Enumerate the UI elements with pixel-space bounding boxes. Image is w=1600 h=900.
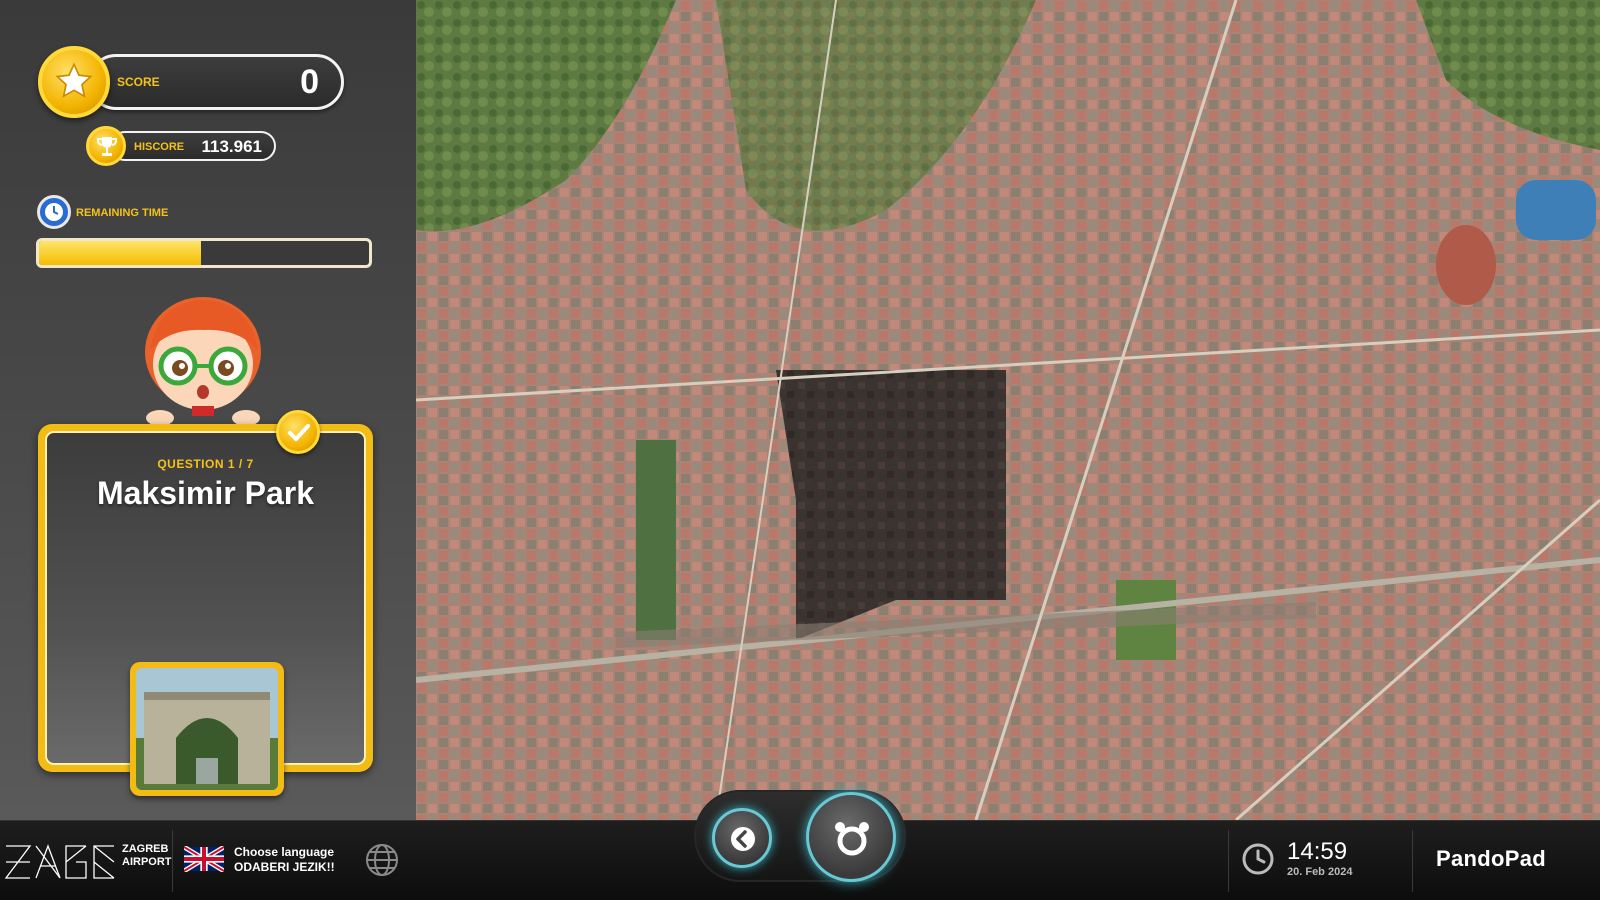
trophy-icon [86,126,126,166]
question-number: QUESTION 1 / 7 [157,457,254,471]
check-icon[interactable] [276,410,320,454]
chevron-left-icon [731,827,755,851]
divider [1228,830,1229,892]
choose-language-label-hr[interactable]: ODABERI JEZIK!! [234,860,335,874]
score-label: SCORE [117,75,160,89]
airport-logo-icon [4,844,115,879]
hiscore-bar: HISCORE 113.961 [110,131,276,161]
divider [172,830,173,892]
current-time: 14:59 [1287,838,1348,865]
back-button[interactable] [712,808,772,868]
score-value: 0 [300,63,319,101]
airport-name-line2: AIRPORT [122,856,172,868]
airport-name-line1: ZAGREB [122,843,169,855]
clock-icon [1242,843,1274,875]
home-button[interactable] [806,792,896,882]
brand-logo: PandoPad [1436,846,1546,871]
current-date: 20. Feb 2024 [1287,866,1353,878]
choose-language-label[interactable]: Choose language [234,845,334,859]
uk-flag-icon[interactable] [184,846,224,872]
globe-icon[interactable] [364,842,400,878]
question-image[interactable] [130,662,284,796]
hiscore-value: 113.961 [201,137,262,156]
question-title: Maksimir Park [96,475,314,511]
score-bar: SCORE 0 [88,54,344,110]
remaining-time-fill [39,241,201,265]
airport-name: ZAGREB AIRPORT [122,843,172,869]
remaining-time-label: REMAINING TIME [76,207,169,219]
star-icon [38,46,110,118]
hiscore-label: HISCORE [134,141,185,153]
question-image-photo [136,668,278,790]
remaining-time-bar [36,238,372,268]
pandopad-logo-icon [835,822,869,856]
divider [1412,830,1413,892]
satellite-map[interactable] [416,0,1600,820]
mascot-character [145,297,261,426]
clock-icon [37,195,71,229]
